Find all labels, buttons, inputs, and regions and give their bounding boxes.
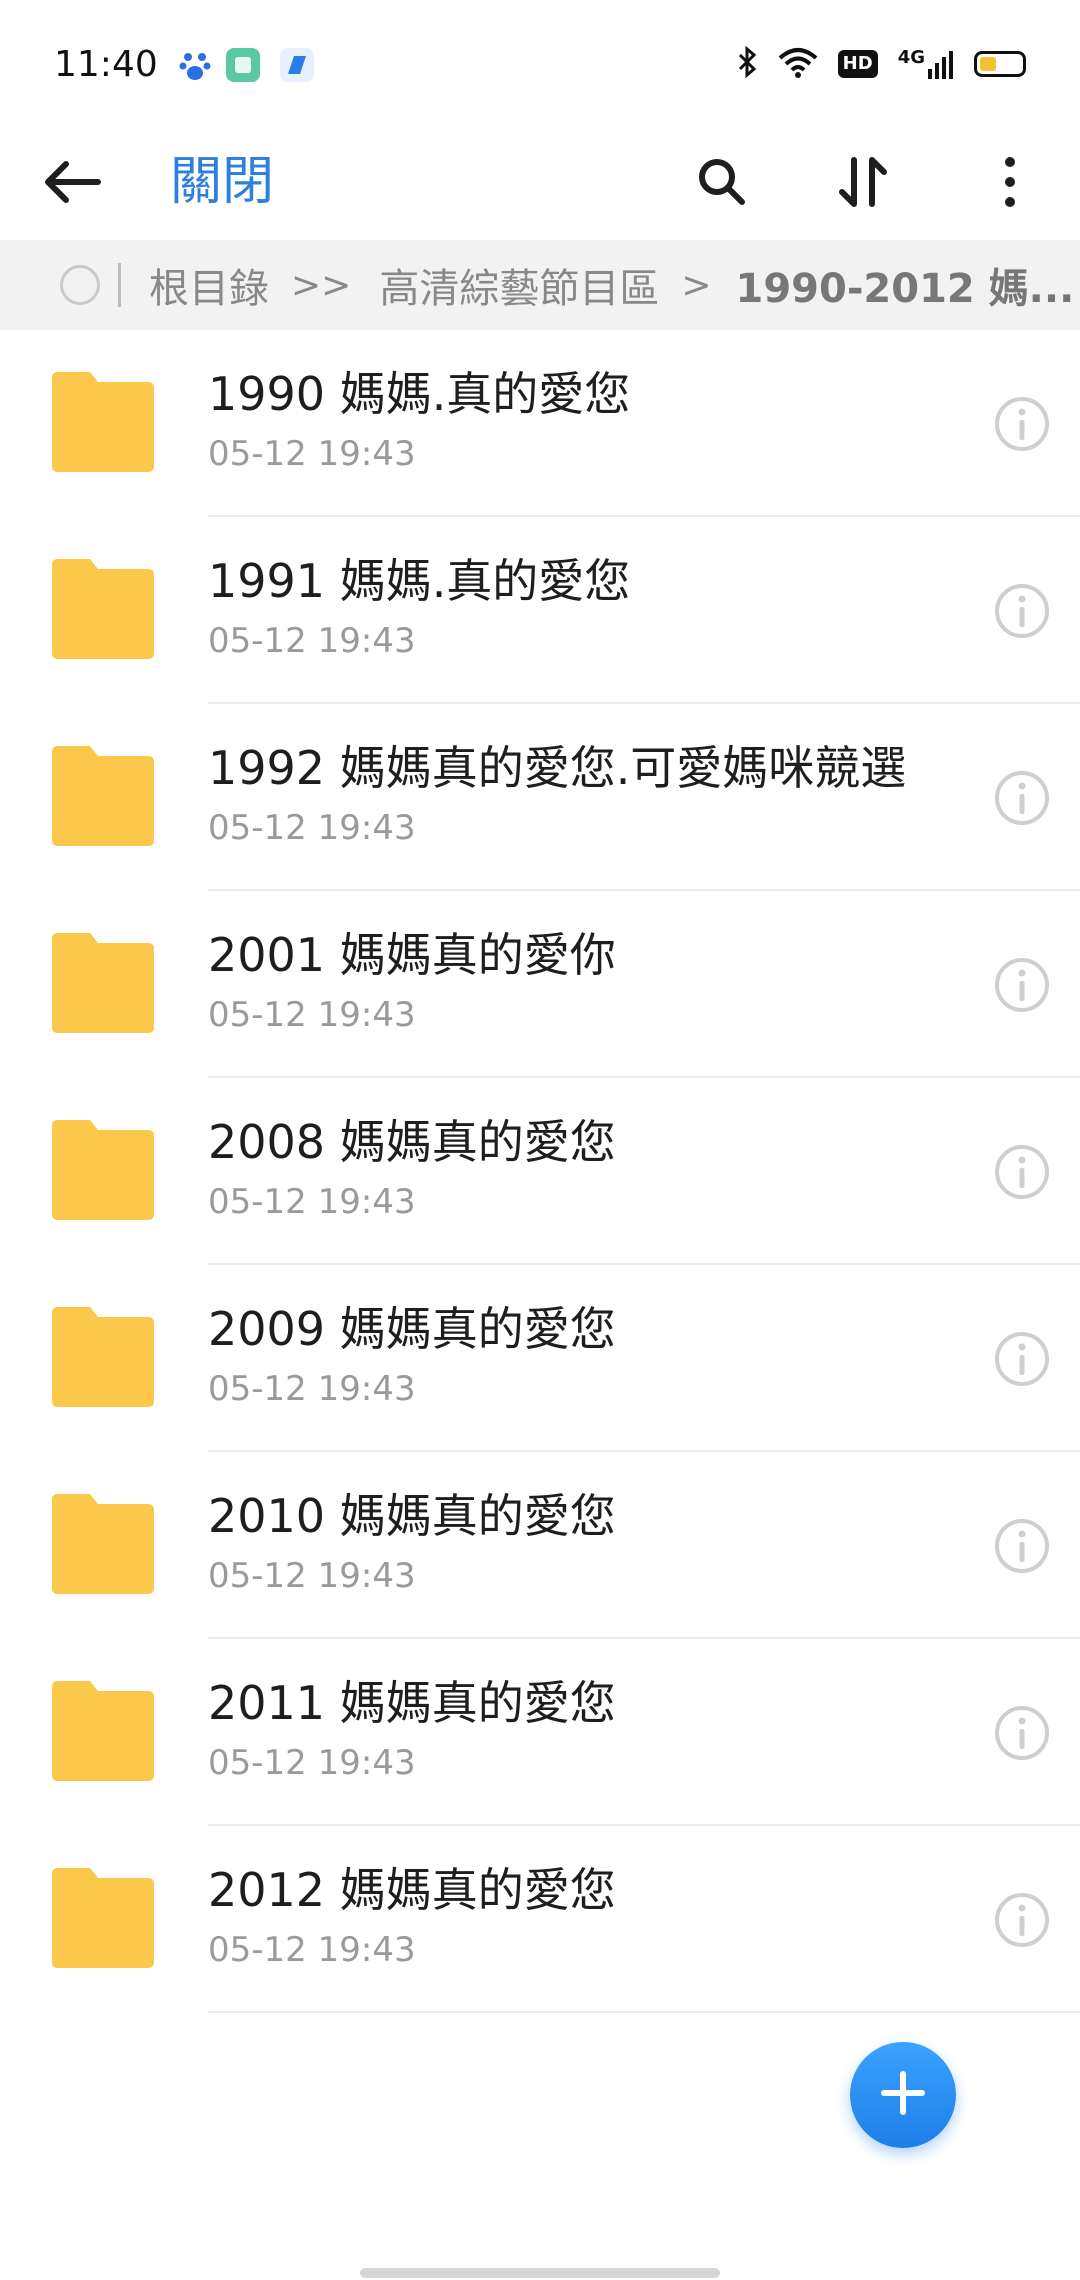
file-name: 1990 媽媽.真的愛您 bbox=[208, 367, 631, 421]
folder-icon bbox=[48, 1490, 158, 1598]
breadcrumb-separator: >> bbox=[291, 264, 352, 306]
breadcrumb-root[interactable]: 根目錄 bbox=[149, 256, 269, 314]
file-date: 05-12 19:43 bbox=[208, 621, 416, 661]
app-bar: 關閉 bbox=[0, 130, 1080, 240]
file-name: 1991 媽媽.真的愛您 bbox=[208, 554, 631, 608]
status-indicators: HD 4G bbox=[736, 44, 1026, 84]
status-time: 11:40 bbox=[54, 44, 158, 85]
list-item[interactable]: 2001 媽媽真的愛你 05-12 19:43 bbox=[0, 891, 1080, 1078]
folder-icon bbox=[48, 368, 158, 476]
info-button[interactable] bbox=[994, 396, 1050, 452]
arrow-left-icon bbox=[42, 160, 102, 208]
list-item[interactable]: 2012 媽媽真的愛您 05-12 19:43 bbox=[0, 1826, 1080, 2013]
folder-icon bbox=[48, 555, 158, 663]
file-name: 2012 媽媽真的愛您 bbox=[208, 1863, 616, 1917]
file-name: 2008 媽媽真的愛您 bbox=[208, 1115, 616, 1169]
info-icon bbox=[995, 958, 1049, 1012]
info-button[interactable] bbox=[994, 957, 1050, 1013]
list-item[interactable]: 1991 媽媽.真的愛您 05-12 19:43 bbox=[0, 517, 1080, 704]
plus-icon bbox=[878, 2068, 928, 2122]
breadcrumb-divider bbox=[118, 263, 121, 307]
info-button[interactable] bbox=[994, 1518, 1050, 1574]
list-item[interactable]: 2008 媽媽真的愛您 05-12 19:43 bbox=[0, 1078, 1080, 1265]
breadcrumb-folder[interactable]: 高清綜藝節目區 bbox=[379, 256, 659, 314]
breadcrumb-separator: > bbox=[681, 264, 712, 306]
info-icon bbox=[995, 771, 1049, 825]
breadcrumb-current[interactable]: 1990-2012 媽... bbox=[736, 256, 1075, 314]
battery-icon bbox=[974, 51, 1026, 77]
info-icon bbox=[995, 1706, 1049, 1760]
file-date: 05-12 19:43 bbox=[208, 808, 416, 848]
file-name: 2009 媽媽真的愛您 bbox=[208, 1302, 616, 1356]
list-item[interactable]: 2011 媽媽真的愛您 05-12 19:43 bbox=[0, 1639, 1080, 1826]
list-item[interactable]: 1992 媽媽真的愛您.可愛媽咪競選 05-12 19:43 bbox=[0, 704, 1080, 891]
sort-button[interactable] bbox=[822, 142, 906, 226]
wifi-icon bbox=[778, 46, 818, 82]
folder-icon bbox=[48, 1677, 158, 1785]
info-icon bbox=[995, 1893, 1049, 1947]
notes-app-icon bbox=[226, 48, 260, 82]
list-item[interactable]: 1990 媽媽.真的愛您 05-12 19:43 bbox=[0, 330, 1080, 517]
file-name: 2001 媽媽真的愛你 bbox=[208, 928, 616, 982]
info-button[interactable] bbox=[994, 1705, 1050, 1761]
info-icon bbox=[995, 1519, 1049, 1573]
file-name: 2010 媽媽真的愛您 bbox=[208, 1489, 616, 1543]
more-vertical-icon bbox=[1002, 154, 1018, 214]
select-all-radio[interactable] bbox=[60, 265, 100, 305]
status-bar: 11:40 HD 4G bbox=[0, 0, 1080, 130]
info-icon bbox=[995, 584, 1049, 638]
back-button[interactable] bbox=[30, 142, 114, 226]
home-indicator[interactable] bbox=[360, 2268, 720, 2278]
list-item[interactable]: 2010 媽媽真的愛您 05-12 19:43 bbox=[0, 1452, 1080, 1639]
file-name: 1992 媽媽真的愛您.可愛媽咪競選 bbox=[208, 741, 907, 795]
folder-icon bbox=[48, 929, 158, 1037]
file-name: 2011 媽媽真的愛您 bbox=[208, 1676, 616, 1730]
search-button[interactable] bbox=[680, 142, 764, 226]
file-date: 05-12 19:43 bbox=[208, 1369, 416, 1409]
more-options-button[interactable] bbox=[968, 142, 1052, 226]
file-date: 05-12 19:43 bbox=[208, 1743, 416, 1783]
file-date: 05-12 19:43 bbox=[208, 1182, 416, 1222]
file-date: 05-12 19:43 bbox=[208, 434, 416, 474]
signal-icon: 4G bbox=[898, 49, 954, 79]
baidu-app-icon bbox=[178, 48, 212, 82]
folder-icon bbox=[48, 742, 158, 850]
folder-icon bbox=[48, 1303, 158, 1411]
folder-icon bbox=[48, 1116, 158, 1224]
file-date: 05-12 19:43 bbox=[208, 995, 416, 1035]
hd-badge: HD bbox=[837, 50, 878, 78]
bluetooth-icon bbox=[736, 45, 758, 83]
list-item[interactable]: 2009 媽媽真的愛您 05-12 19:43 bbox=[0, 1265, 1080, 1452]
info-icon bbox=[995, 397, 1049, 451]
search-icon bbox=[696, 156, 748, 212]
breadcrumb: 根目錄 >> 高清綜藝節目區 > 1990-2012 媽... bbox=[0, 240, 1080, 330]
info-button[interactable] bbox=[994, 1144, 1050, 1200]
info-button[interactable] bbox=[994, 583, 1050, 639]
browser-app-icon bbox=[280, 48, 314, 82]
file-date: 05-12 19:43 bbox=[208, 1930, 416, 1970]
folder-icon bbox=[48, 1864, 158, 1972]
network-type: 4G bbox=[897, 47, 925, 68]
sort-icon bbox=[838, 154, 890, 214]
file-list: 1990 媽媽.真的愛您 05-12 19:43 1991 媽媽.真的愛您 05… bbox=[0, 330, 1080, 2013]
info-icon bbox=[995, 1145, 1049, 1199]
close-title-button[interactable]: 關閉 bbox=[170, 140, 274, 224]
info-button[interactable] bbox=[994, 1892, 1050, 1948]
info-icon bbox=[995, 1332, 1049, 1386]
info-button[interactable] bbox=[994, 770, 1050, 826]
row-divider bbox=[208, 2011, 1080, 2013]
info-button[interactable] bbox=[994, 1331, 1050, 1387]
file-date: 05-12 19:43 bbox=[208, 1556, 416, 1596]
add-button[interactable] bbox=[850, 2042, 956, 2148]
